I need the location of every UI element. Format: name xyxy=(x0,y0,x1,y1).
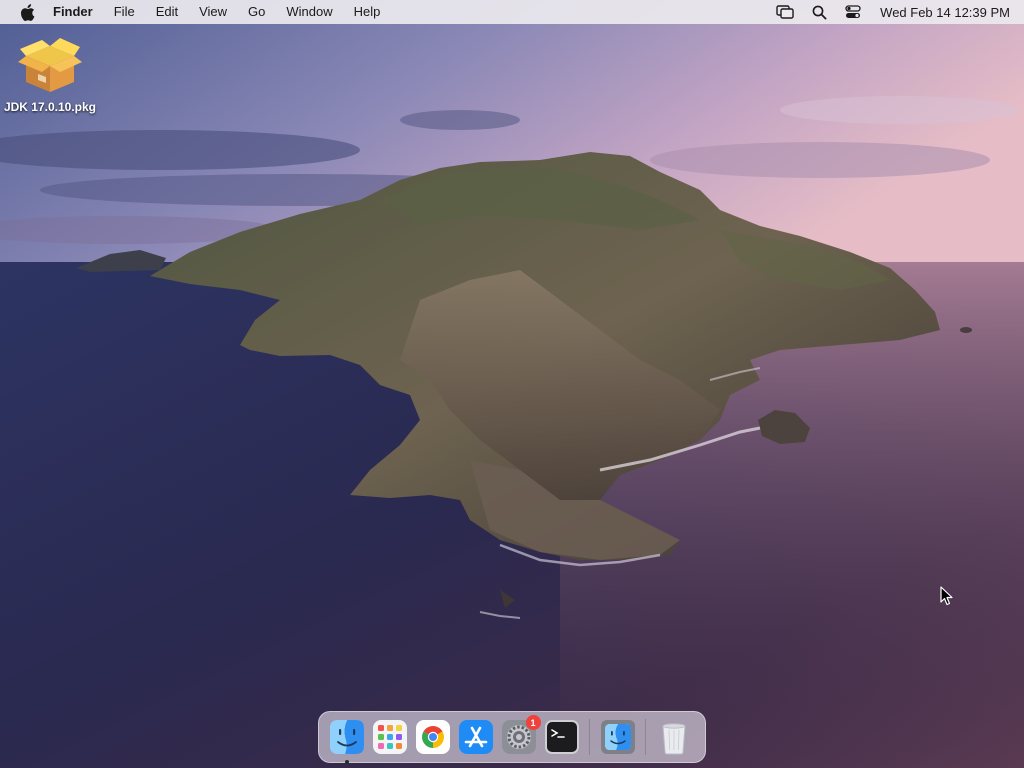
spotlight-search-icon[interactable] xyxy=(809,0,829,24)
menu-file[interactable]: File xyxy=(114,0,135,24)
finder-icon xyxy=(600,720,635,754)
menu-view[interactable]: View xyxy=(199,0,227,24)
dock-divider xyxy=(645,719,646,755)
terminal-icon xyxy=(544,720,579,754)
dock-launchpad[interactable] xyxy=(371,718,409,756)
menu-bar-clock[interactable]: Wed Feb 14 12:39 PM xyxy=(880,5,1010,20)
desktop-file-jdk-pkg[interactable]: JDK 17.0.10.pkg xyxy=(0,34,100,114)
dock-divider xyxy=(589,719,590,755)
dock-trash[interactable] xyxy=(655,718,693,756)
apple-logo-icon[interactable] xyxy=(18,0,36,24)
dock-app-store[interactable] xyxy=(457,718,495,756)
chrome-icon xyxy=(415,720,450,754)
menu-go[interactable]: Go xyxy=(248,0,265,24)
dock-finder-window[interactable] xyxy=(599,718,637,756)
menu-bar: Finder File Edit View Go Window Help Wed… xyxy=(0,0,1024,24)
dock-finder[interactable] xyxy=(328,718,366,764)
desktop: Finder File Edit View Go Window Help Wed… xyxy=(0,0,1024,768)
menu-app-finder[interactable]: Finder xyxy=(53,0,93,24)
app-store-icon xyxy=(458,720,493,754)
dock: 1 xyxy=(318,711,706,764)
running-indicator xyxy=(344,760,349,764)
wallpaper xyxy=(0,0,1024,768)
dock-terminal[interactable] xyxy=(543,718,581,756)
menu-help[interactable]: Help xyxy=(354,0,381,24)
desktop-file-label: JDK 17.0.10.pkg xyxy=(3,100,97,114)
menu-bar-right: Wed Feb 14 12:39 PM xyxy=(761,0,1010,24)
menu-bar-left: Finder File Edit View Go Window Help xyxy=(18,0,401,24)
mouse-pointer-icon xyxy=(940,586,953,606)
dock-system-preferences[interactable]: 1 xyxy=(500,715,541,756)
launchpad-icon xyxy=(372,720,407,754)
package-icon xyxy=(18,38,82,92)
control-center-icon[interactable] xyxy=(843,0,863,24)
dock-chrome[interactable] xyxy=(414,718,452,756)
trash-icon xyxy=(661,723,686,755)
menu-window[interactable]: Window xyxy=(286,0,332,24)
finder-icon xyxy=(329,720,364,754)
menu-edit[interactable]: Edit xyxy=(156,0,178,24)
screen-mirroring-icon[interactable] xyxy=(775,0,795,24)
notification-badge: 1 xyxy=(525,715,541,730)
